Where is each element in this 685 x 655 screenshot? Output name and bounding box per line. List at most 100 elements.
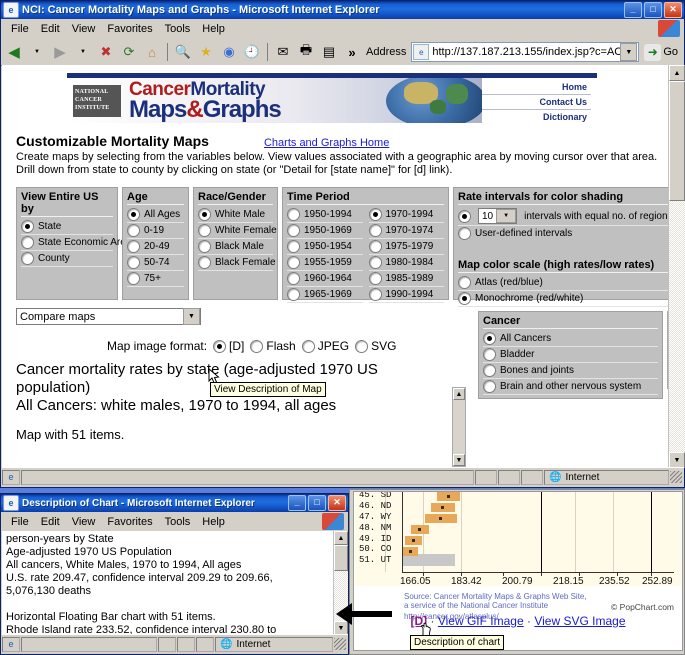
page-scrollbar[interactable]: ▲ ▼ (668, 65, 685, 468)
menu-item-tools[interactable]: Tools (159, 22, 197, 36)
option-75-plus[interactable]: 75+ (127, 271, 184, 287)
menu-item-view[interactable]: View (66, 515, 102, 529)
option-1950-1969[interactable]: 1950-1969 (287, 223, 363, 239)
format-option-jpeg[interactable]: JPEG (301, 339, 349, 353)
radio-icon[interactable] (483, 332, 496, 345)
radio-icon[interactable] (213, 339, 227, 353)
menu-item-favorites[interactable]: Favorites (101, 515, 158, 529)
chevron-down-icon[interactable]: ▼ (183, 308, 200, 325)
address-input[interactable]: http://137.187.213.155/index.jsp?c=ACC&r… (432, 46, 620, 58)
radio-icon[interactable] (287, 272, 300, 285)
radio-icon[interactable] (368, 240, 382, 253)
option-1990-1994[interactable]: 1990-1994 (368, 287, 444, 303)
menu-item-help[interactable]: Help (196, 515, 231, 529)
menu-item-view[interactable]: View (66, 22, 102, 36)
resize-grip[interactable] (334, 638, 346, 650)
chevron-down-icon[interactable]: ▼ (496, 209, 517, 223)
option-1955-1959[interactable]: 1955-1959 (287, 255, 363, 271)
radio-icon[interactable] (127, 208, 140, 221)
option-1975-1979[interactable]: 1975-1979 (368, 239, 444, 255)
option-black-female[interactable]: Black Female (198, 255, 276, 271)
refresh-icon[interactable]: ⟳ (118, 41, 140, 63)
scrollbar-thumb[interactable] (669, 81, 685, 201)
option-black-male[interactable]: Black Male (198, 239, 273, 255)
view-svg-image-link[interactable]: View SVG Image (534, 614, 625, 628)
chart-bar[interactable] (411, 525, 429, 534)
edit-icon[interactable]: ▤ (318, 41, 340, 63)
print-icon[interactable]: 🖶 (295, 41, 317, 63)
menu-item-edit[interactable]: Edit (35, 22, 66, 36)
option-1970-1974[interactable]: 1970-1974 (368, 223, 444, 239)
minimize-button[interactable]: _ (624, 2, 642, 18)
radio-icon[interactable] (368, 224, 382, 237)
chart-bar[interactable] (431, 503, 455, 512)
menu-item-tools[interactable]: Tools (159, 515, 197, 529)
radio-icon[interactable] (483, 380, 496, 393)
radio-icon[interactable] (198, 224, 211, 237)
radio-icon[interactable] (250, 339, 264, 353)
radio-icon[interactable] (458, 227, 471, 240)
radio-icon[interactable] (458, 292, 471, 305)
radio-icon[interactable] (355, 339, 369, 353)
scroll-down-button[interactable]: ▼ (669, 452, 685, 468)
option-1985-1989[interactable]: 1985-1989 (368, 271, 444, 287)
radio-icon[interactable] (287, 208, 300, 221)
back-icon[interactable]: ◀ (3, 41, 25, 63)
format-option-svg[interactable]: SVG (355, 339, 396, 353)
scrollbar-thumb[interactable] (334, 545, 348, 571)
radio-icon[interactable] (127, 256, 140, 269)
chart-bar[interactable] (405, 536, 422, 545)
resize-grip[interactable] (670, 471, 682, 483)
radio-icon[interactable] (287, 240, 300, 253)
option-all-cancers[interactable]: All Cancers (483, 331, 658, 347)
radio-icon[interactable] (21, 252, 34, 265)
radio-icon[interactable] (368, 208, 382, 221)
menu-item-file[interactable]: File (5, 515, 35, 529)
radio-icon[interactable] (287, 224, 300, 237)
content-pane-scrollbar[interactable]: ▲ ▼ (452, 387, 466, 467)
close-button[interactable]: ✕ (328, 495, 346, 511)
menu-item-file[interactable]: File (5, 22, 35, 36)
minimize-button[interactable]: _ (288, 495, 306, 511)
maximize-button[interactable]: □ (308, 495, 326, 511)
go-button[interactable]: ➜ Go (644, 43, 678, 61)
media-icon[interactable]: ◉ (218, 41, 240, 63)
banner-nav-contact[interactable]: Contact Us (482, 95, 591, 110)
radio-icon[interactable] (368, 272, 382, 285)
address-bar[interactable]: e http://137.187.213.155/index.jsp?c=ACC… (411, 42, 640, 62)
option-brain-and-other-nervous-system[interactable]: Brain and other nervous system (483, 379, 658, 395)
option-white-male[interactable]: White Male (198, 207, 273, 223)
chart-bar[interactable] (403, 547, 418, 556)
radio-icon[interactable] (458, 209, 471, 223)
radio-icon[interactable] (198, 240, 211, 253)
menu-item-help[interactable]: Help (196, 22, 231, 36)
radio-icon[interactable] (483, 348, 496, 361)
option-county[interactable]: County (21, 251, 113, 267)
chart-bar[interactable] (425, 514, 457, 523)
option-50-74[interactable]: 50-74 (127, 255, 184, 271)
chart-bar[interactable] (437, 492, 460, 501)
search-icon[interactable]: 🔍 (172, 41, 194, 63)
option-user-defined-intervals[interactable]: User-defined intervals (458, 226, 673, 241)
option-1950-1954[interactable]: 1950-1954 (287, 239, 363, 255)
scroll-down-button[interactable]: ▼ (453, 454, 465, 466)
radio-icon[interactable] (483, 364, 496, 377)
option-1950-1994[interactable]: 1950-1994 (287, 207, 363, 223)
option-bones-and-joints[interactable]: Bones and joints (483, 363, 658, 379)
address-dropdown-icon[interactable]: ▼ (620, 43, 638, 61)
banner-nav-dictionary[interactable]: Dictionary (482, 110, 591, 124)
option-all-ages[interactable]: All Ages (127, 207, 184, 223)
history-icon[interactable]: 🕘 (241, 41, 263, 63)
radio-icon[interactable] (368, 256, 382, 269)
scroll-up-button[interactable]: ▲ (453, 388, 465, 400)
radio-icon[interactable] (368, 288, 382, 301)
radio-icon[interactable] (287, 256, 300, 269)
mail-icon[interactable]: ✉ (272, 41, 294, 63)
radio-icon[interactable] (21, 236, 34, 249)
option-bladder[interactable]: Bladder (483, 347, 658, 363)
stop-icon[interactable]: ✖ (95, 41, 117, 63)
radio-icon[interactable] (21, 220, 34, 233)
option-0-19[interactable]: 0-19 (127, 223, 184, 239)
view-gif-image-link[interactable]: View GIF Image (438, 614, 524, 628)
option-1980-1984[interactable]: 1980-1984 (368, 255, 444, 271)
